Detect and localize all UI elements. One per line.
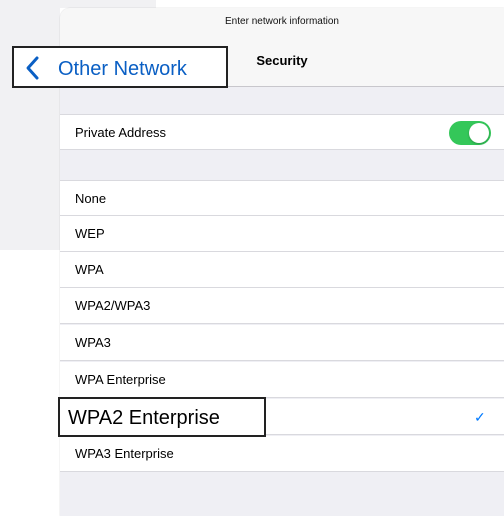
- back-button[interactable]: Other Network: [12, 46, 228, 88]
- background-panel: [0, 0, 60, 250]
- private-address-label: Private Address: [75, 125, 167, 140]
- checkmark-icon: ✓: [474, 409, 486, 425]
- toggle-knob: [469, 123, 489, 143]
- security-option-none[interactable]: None: [60, 180, 504, 216]
- option-label: WPA3: [75, 335, 111, 350]
- private-address-row: Private Address: [60, 114, 504, 150]
- security-option-wpa-enterprise[interactable]: WPA Enterprise: [60, 362, 504, 398]
- option-label: WPA2/WPA3: [75, 298, 151, 313]
- chevron-left-icon: [24, 55, 42, 86]
- security-option-wpa2-wpa3[interactable]: WPA2/WPA3: [60, 288, 504, 324]
- background-panel-top: [60, 0, 156, 8]
- option-label: WEP: [75, 226, 105, 241]
- security-option-wpa[interactable]: WPA: [60, 252, 504, 288]
- option-label: WPA3 Enterprise: [75, 446, 174, 461]
- back-button-label: Other Network: [58, 58, 187, 80]
- option-label: WPA2 Enterprise: [68, 407, 220, 429]
- private-address-toggle[interactable]: [449, 121, 491, 145]
- security-option-wpa3[interactable]: WPA3: [60, 325, 504, 361]
- sheet-title: Enter network information: [225, 16, 339, 27]
- security-option-wep[interactable]: WEP: [60, 216, 504, 252]
- wpa2-enterprise-callout[interactable]: WPA2 Enterprise: [58, 397, 266, 437]
- option-label: WPA Enterprise: [75, 372, 166, 387]
- option-label: None: [75, 191, 107, 206]
- security-option-wpa3-enterprise[interactable]: WPA3 Enterprise: [60, 436, 504, 472]
- option-label: WPA: [75, 262, 104, 277]
